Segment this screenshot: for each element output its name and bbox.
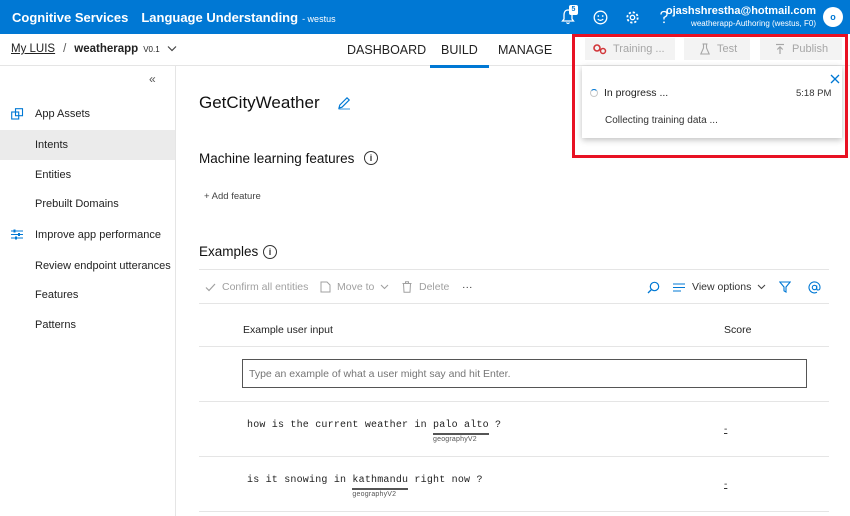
at-sign-icon bbox=[808, 281, 821, 294]
ellipsis-icon: ··· bbox=[462, 281, 473, 293]
delete-button[interactable]: Delete bbox=[402, 281, 449, 293]
search-button[interactable] bbox=[647, 281, 660, 294]
chevron-down-icon bbox=[380, 284, 389, 290]
search-icon bbox=[647, 281, 660, 294]
sidebar-item-label: Improve app performance bbox=[35, 229, 161, 241]
sidebar-item-features[interactable]: Features bbox=[0, 280, 175, 310]
breadcrumb-version: V0.1 bbox=[143, 44, 160, 54]
filter-button[interactable] bbox=[779, 281, 791, 293]
view-options-button[interactable]: View options bbox=[673, 281, 766, 293]
assets-icon bbox=[11, 108, 24, 120]
sidebar-item-label: Review endpoint utterances bbox=[35, 260, 171, 272]
sidebar-item-entities[interactable]: Entities bbox=[0, 160, 175, 190]
top-bar: Cognitive Services Language Understandin… bbox=[0, 0, 850, 34]
header-icons: 5 bbox=[552, 0, 680, 34]
entity-type-label: geographyV2 bbox=[352, 491, 397, 498]
utterance-text: right now ? bbox=[408, 475, 483, 486]
confirm-label: Confirm all entities bbox=[222, 281, 309, 293]
chevron-down-icon bbox=[757, 284, 766, 290]
tab-manage[interactable]: MANAGE bbox=[498, 43, 552, 57]
avatar[interactable]: o bbox=[823, 7, 843, 27]
account-info[interactable]: ojashshrestha@hotmail.com weatherapp-Aut… bbox=[666, 5, 816, 28]
sidebar-item-label: Patterns bbox=[35, 319, 76, 331]
info-icon[interactable]: i bbox=[263, 245, 277, 259]
move-to-button[interactable]: Move to bbox=[320, 281, 389, 293]
entity-span[interactable]: kathmandu geographyV2 bbox=[352, 475, 409, 498]
divider bbox=[199, 511, 829, 512]
column-header-score[interactable]: Score bbox=[724, 324, 751, 336]
sidebar-item-label: Intents bbox=[35, 139, 69, 151]
chevron-down-icon[interactable] bbox=[167, 44, 177, 55]
page-title: GetCityWeather bbox=[199, 93, 320, 112]
bell-icon[interactable]: 5 bbox=[552, 0, 584, 34]
entity-underline bbox=[433, 433, 489, 435]
breadcrumb-my-luis[interactable]: My LUIS bbox=[11, 43, 55, 55]
sidebar-item-label: Prebuilt Domains bbox=[35, 198, 119, 210]
examples-title: Examples bbox=[199, 244, 259, 259]
product-title[interactable]: Language Understanding - westus bbox=[141, 10, 335, 25]
score-value[interactable]: - bbox=[724, 424, 727, 435]
column-header-input[interactable]: Example user input bbox=[243, 324, 333, 336]
ml-features-title: Machine learning features bbox=[199, 151, 355, 166]
document-move-icon bbox=[320, 281, 331, 293]
sidebar-item-improve-app-performance[interactable]: Improve app performance bbox=[0, 220, 175, 250]
sidebar-item-intents[interactable]: Intents bbox=[0, 130, 175, 160]
add-feature-button[interactable]: + Add feature bbox=[204, 191, 261, 202]
sidebar-item-app-assets[interactable]: App Assets bbox=[0, 99, 175, 129]
divider bbox=[199, 346, 829, 347]
confirm-all-entities-button[interactable]: Confirm all entities bbox=[205, 281, 308, 293]
sidebar: « App Assets Intents Entities Prebuilt D… bbox=[0, 66, 176, 516]
sidebar-item-label: Entities bbox=[35, 169, 72, 181]
entity-text: kathmandu bbox=[352, 475, 409, 486]
utterance-text: how is the current weather in bbox=[247, 420, 434, 431]
sidebar-item-review-endpoint-utterances[interactable]: Review endpoint utterances bbox=[0, 251, 175, 281]
collapse-sidebar-icon[interactable]: « bbox=[149, 72, 156, 86]
divider bbox=[199, 456, 829, 457]
sidebar-item-prebuilt-domains[interactable]: Prebuilt Domains bbox=[0, 189, 175, 219]
entity-type-label: geographyV2 bbox=[433, 436, 477, 443]
divider bbox=[199, 401, 829, 402]
divider bbox=[199, 303, 829, 304]
check-icon bbox=[205, 283, 216, 291]
more-options-button[interactable]: ··· bbox=[462, 281, 473, 293]
highlight-box bbox=[572, 34, 848, 158]
filter-icon bbox=[779, 281, 791, 293]
entity-mention-button[interactable] bbox=[808, 281, 821, 294]
sliders-icon bbox=[11, 229, 23, 240]
gear-icon[interactable] bbox=[616, 0, 648, 34]
brand-title[interactable]: Cognitive Services bbox=[12, 10, 128, 25]
score-value[interactable]: - bbox=[724, 479, 727, 490]
example-utterance-input[interactable] bbox=[242, 359, 807, 388]
info-icon[interactable]: i bbox=[364, 151, 378, 165]
account-subscription: weatherapp-Authoring (westus, F0) bbox=[691, 19, 816, 28]
pencil-icon[interactable] bbox=[337, 96, 351, 115]
divider bbox=[199, 269, 829, 270]
entity-span[interactable]: palo alto geographyV2 bbox=[433, 420, 489, 443]
tab-dashboard[interactable]: DASHBOARD bbox=[347, 43, 426, 57]
sidebar-item-label: Features bbox=[35, 289, 79, 301]
utterance-text: is it snowing in bbox=[247, 475, 353, 486]
smiley-icon[interactable] bbox=[584, 0, 616, 34]
list-icon bbox=[673, 282, 685, 292]
sidebar-item-label: App Assets bbox=[35, 108, 91, 120]
move-to-label: Move to bbox=[337, 281, 375, 293]
entity-text: palo alto bbox=[433, 420, 489, 431]
table-row[interactable]: how is the current weather in palo alto g… bbox=[247, 420, 502, 443]
account-email: ojashshrestha@hotmail.com bbox=[665, 5, 816, 17]
delete-label: Delete bbox=[419, 281, 450, 293]
entity-underline bbox=[352, 488, 409, 490]
view-options-label: View options bbox=[692, 281, 752, 293]
sidebar-item-patterns[interactable]: Patterns bbox=[0, 310, 175, 340]
breadcrumb-separator: / bbox=[63, 43, 67, 55]
region-label: - westus bbox=[302, 13, 336, 24]
utterance-text: ? bbox=[488, 420, 502, 431]
trash-icon bbox=[402, 281, 412, 293]
product-name: Language Understanding bbox=[141, 9, 299, 25]
breadcrumb: My LUIS / weatherapp V0.1 bbox=[11, 43, 177, 55]
table-row[interactable]: is it snowing in kathmandu geographyV2 ri… bbox=[247, 475, 483, 498]
breadcrumb-app-name[interactable]: weatherapp bbox=[74, 43, 138, 55]
notification-count: 5 bbox=[569, 5, 578, 15]
tab-build[interactable]: BUILD bbox=[430, 43, 489, 68]
